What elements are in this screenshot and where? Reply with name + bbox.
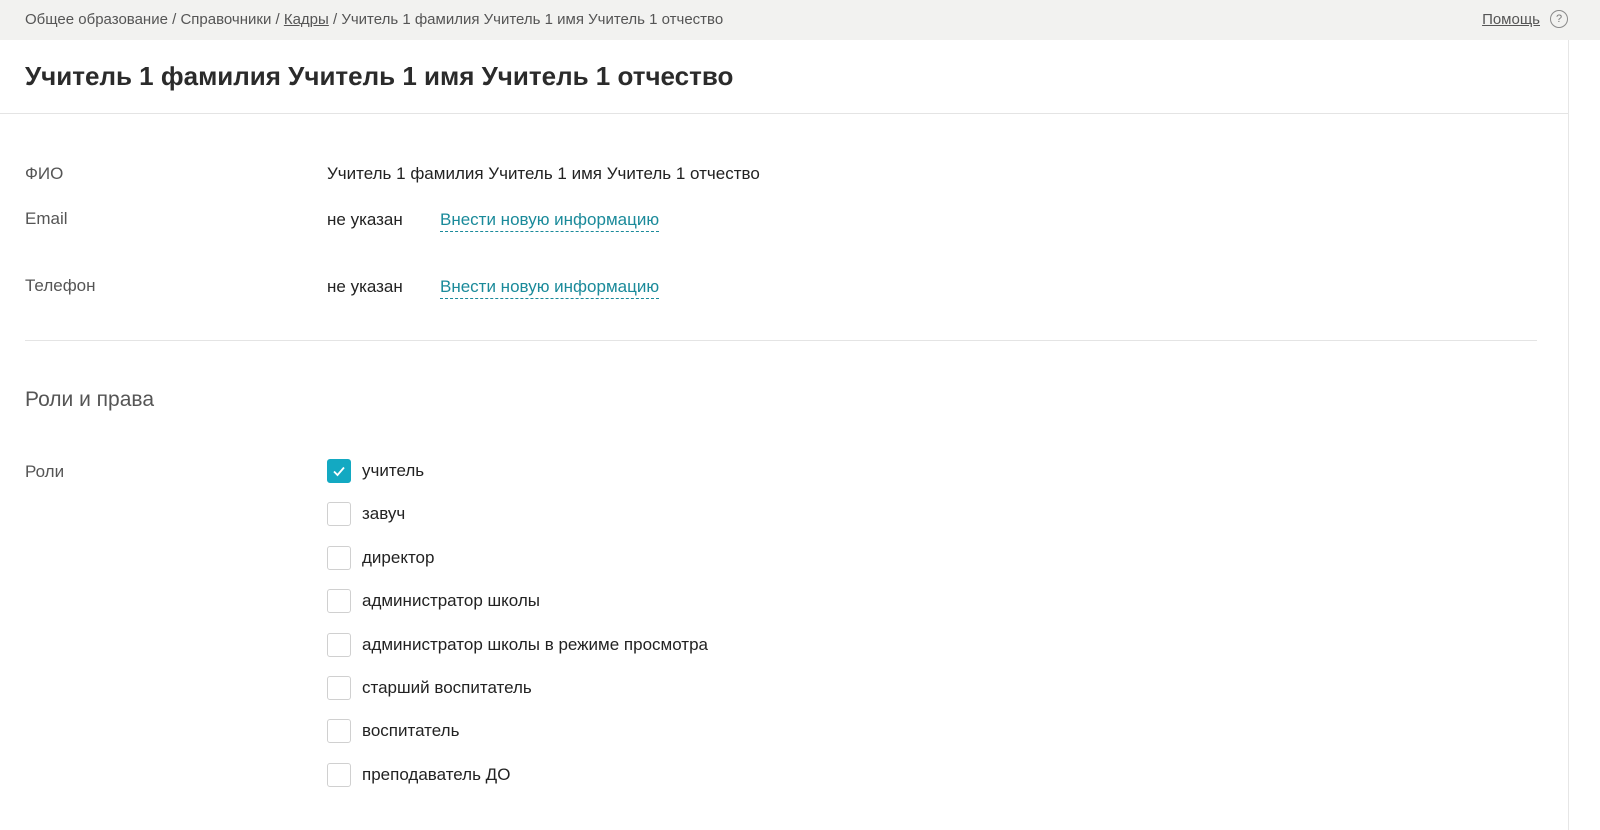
help[interactable]: Помощь ? [1482,10,1568,28]
role-checkbox[interactable] [327,589,351,614]
email-add-info-link[interactable]: Внести новую информацию [440,210,660,232]
role-item-senior-educator[interactable]: старший воспитатель [327,675,708,701]
role-item-head-teacher[interactable]: завуч [327,501,708,527]
breadcrumb-separator: / [275,11,280,28]
role-item-educator[interactable]: воспитатель [327,718,708,744]
role-label: администратор школы в режиме просмотра [362,634,708,654]
role-item-additional-education-teacher[interactable]: преподаватель ДО [327,762,708,788]
role-item-teacher[interactable]: учитель [327,458,708,484]
breadcrumb-item-general-education[interactable]: Общее образование [25,11,168,28]
checkmark-icon [333,466,345,477]
role-checkbox[interactable] [327,502,351,527]
breadcrumb-item-directories[interactable]: Справочники [180,11,271,28]
breadcrumb-separator: / [172,11,177,28]
phone-label: Телефон [25,276,96,295]
fio-value: Учитель 1 фамилия Учитель 1 имя Учитель … [327,164,760,183]
roles-section-title: Роли и права [25,388,155,411]
role-label: преподаватель ДО [362,764,511,784]
help-link[interactable]: Помощь [1482,11,1540,28]
role-label: директор [362,547,435,567]
role-item-school-admin[interactable]: администратор школы [327,588,708,614]
title-divider [0,113,1568,114]
email-value: не указан [327,210,403,229]
role-checkbox-checked[interactable] [327,459,351,483]
role-label: учитель [362,461,425,480]
role-item-director[interactable]: директор [327,545,708,571]
right-edge-divider [1568,40,1569,830]
breadcrumb-link-staff[interactable]: Кадры [284,11,329,28]
phone-add-info-link[interactable]: Внести новую информацию [440,277,660,299]
role-checkbox[interactable] [327,545,351,570]
role-checkbox[interactable] [327,762,351,787]
role-checkbox[interactable] [327,675,351,700]
email-label: Email [25,209,68,228]
role-label: воспитатель [362,721,460,741]
section-divider [25,340,1537,341]
role-label: завуч [362,504,406,524]
fio-label: ФИО [25,164,64,183]
breadcrumb: Общее образование / Справочники / Кадры … [25,11,723,28]
role-item-school-admin-view-mode[interactable]: администратор школы в режиме просмотра [327,632,708,658]
role-label: администратор школы [362,591,540,611]
role-checkbox[interactable] [327,719,351,744]
breadcrumb-separator: / [332,11,338,28]
role-label: старший воспитатель [362,677,532,697]
help-circle-icon[interactable]: ? [1550,10,1568,28]
top-bar: Общее образование / Справочники / Кадры … [0,0,1600,40]
phone-value: не указан [327,277,403,296]
roles-list: учитель завуч директор администратор шко… [327,458,708,805]
roles-label: Роли [25,462,65,481]
role-checkbox[interactable] [327,632,351,657]
breadcrumb-item-current: Учитель 1 фамилия Учитель 1 имя Учитель … [341,11,724,28]
page-title: Учитель 1 фамилия Учитель 1 имя Учитель … [25,61,734,91]
